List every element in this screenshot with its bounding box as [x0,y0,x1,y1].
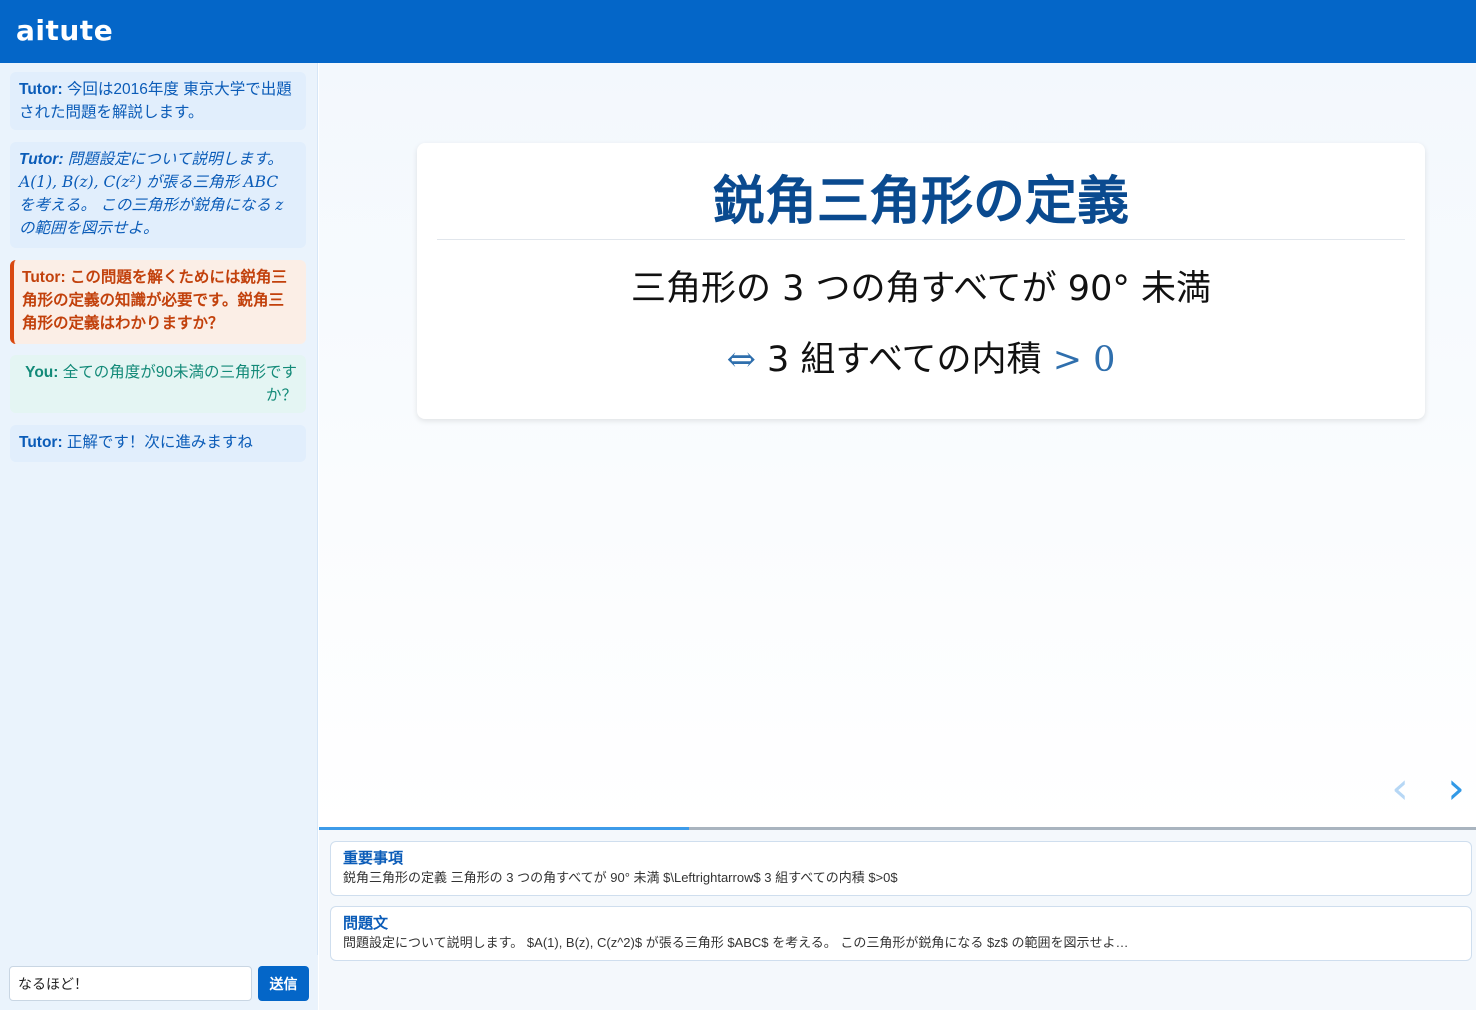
message-text: を考える。 この三角形が鋭角になる [19,197,276,214]
chat-message-tutor: Tutor: 正解です！次に進みますね [10,425,306,462]
message-text: 問題設定について説明します。 [63,151,283,168]
inequality: > 0 [1052,340,1116,380]
message-speaker: Tutor: [19,434,63,451]
math-points: A(1), B(z), C(z²) [19,173,142,191]
card-text: 問題設定について説明します。 $A(1), B(z), C(z^2)$ が張る三… [343,935,1129,950]
chat-input-bar: 送信 [0,955,318,1010]
message-speaker: Tutor: [19,81,63,98]
message-speaker: Tutor: [19,151,64,168]
slide-area: 鋭角三角形の定義 三角形の 3 つの角すべてが 90° 未満 ⇔ 3 組すべての… [319,63,1476,828]
slide-title: 鋭角三角形の定義 [712,172,1129,232]
equivalence-text: 3 組すべての内積 [755,340,1053,380]
slide-statement: 三角形の 3 つの角すべてが 90° 未満 [631,269,1211,309]
key-points-card[interactable]: 重要事項 鋭角三角形の定義 三角形の 3 つの角すべてが 90° 未満 $\Le… [330,841,1472,896]
message-text: 正解です！次に進みますね [62,434,253,451]
chat-message-tutor: Tutor: 問題設定について説明します。 A(1), B(z), C(z²) … [10,142,306,248]
message-text: 全ての角度が90未満の三角形ですか？ [58,364,297,404]
slide-divider [437,239,1405,240]
card-text: 鋭角三角形の定義 三角形の 3 つの角すべてが 90° 未満 $\Leftrig… [343,870,898,885]
message-speaker: You: [25,364,59,381]
card-label: 問題文 [343,915,389,932]
chat-message-tutor-current: Tutor: この問題を解くためには鋭角三角形の定義の知識が必要です。鋭角三角形… [10,260,306,344]
problem-statement-card[interactable]: 問題文 問題設定について説明します。 $A(1), B(z), C(z^2)$ … [330,906,1472,961]
chat-input[interactable] [9,966,252,1001]
message-text: が張る三角形 [141,174,244,191]
slide-card: 鋭角三角形の定義 三角形の 3 つの角すべてが 90° 未満 ⇔ 3 組すべての… [417,143,1425,419]
app-logo[interactable]: aitute [16,14,113,47]
chevron-left-icon[interactable]: ‹ [1385,767,1415,811]
app-header: aitute [0,0,1476,63]
chat-message-tutor: Tutor: 今回は2016年度 東京大学で出題された問題を解説します。 [10,72,306,130]
message-text: の範囲を図示せよ。 [19,220,159,237]
math-triangle: ABC [243,173,279,191]
math-variable: z [275,196,284,214]
message-speaker: Tutor: [22,269,66,286]
send-button[interactable]: 送信 [258,966,309,1001]
chat-sidebar: Tutor: 今回は2016年度 東京大学で出題された問題を解説します。 Tut… [0,63,318,1010]
slide-equivalence: ⇔ 3 組すべての内積 > 0 [417,331,1425,382]
info-panel: 重要事項 鋭角三角形の定義 三角形の 3 つの角すべてが 90° 未満 $\Le… [319,830,1476,1010]
iff-symbol: ⇔ [726,340,756,380]
chevron-right-icon[interactable]: › [1441,767,1471,811]
card-label: 重要事項 [343,850,404,867]
chat-message-user: You: 全ての角度が90未満の三角形ですか？ [10,355,306,413]
